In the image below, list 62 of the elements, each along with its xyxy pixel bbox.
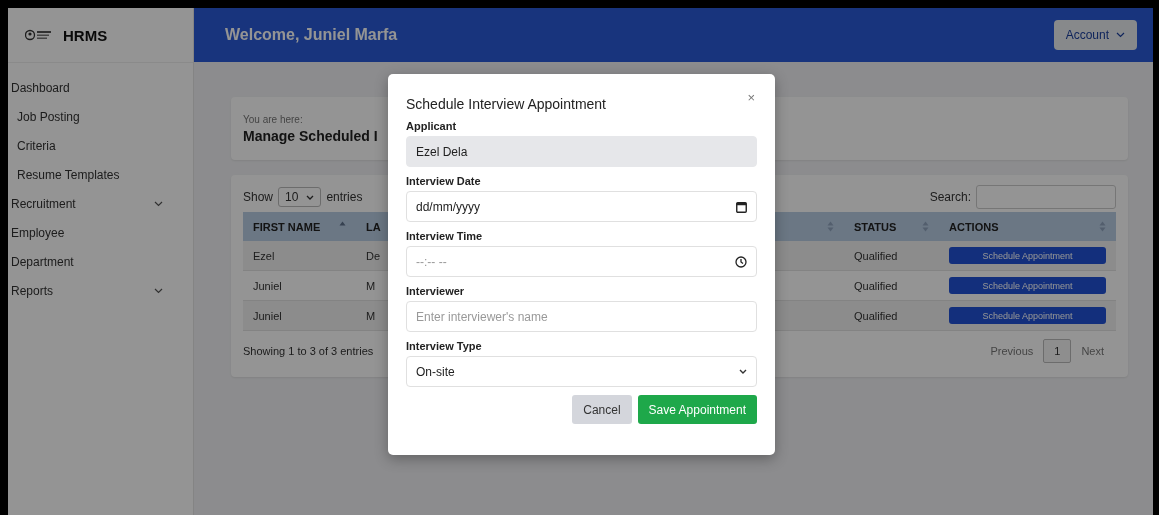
table-info: Showing 1 to 3 of 3 entries (243, 345, 374, 357)
page-button[interactable]: 1 (1043, 339, 1072, 363)
table-cell: Qualified (854, 279, 898, 292)
chevron-icon (739, 369, 747, 374)
welcome-title: Welcome, Juniel Marfa (225, 26, 398, 44)
sidebar-item[interactable]: Job Posting (8, 102, 193, 131)
sidebar-item[interactable]: Resume Templates (8, 160, 193, 189)
sidebar-item[interactable]: Department (8, 247, 193, 276)
table-cell: Qualified (854, 309, 898, 322)
sort-icon[interactable] (922, 221, 929, 232)
date-field[interactable]: dd/mm/yyyy (406, 191, 757, 222)
account-button[interactable]: Account (1053, 20, 1137, 50)
sidebar-item[interactable]: Reports (8, 276, 193, 305)
column-header[interactable]: STATUS (854, 220, 897, 233)
sidebar-item[interactable]: Criteria (8, 131, 193, 160)
search-field[interactable] (976, 185, 1116, 209)
chevron-icon (1116, 32, 1125, 38)
table-cell: Ezel (253, 249, 275, 262)
sidebar-item[interactable]: Employee (8, 218, 193, 247)
logo-icon (25, 28, 53, 42)
column-header[interactable]: LA (366, 220, 381, 233)
schedule-button[interactable]: Schedule Appointment (949, 307, 1106, 324)
field-label: Interview Type (406, 340, 483, 352)
schedule-button[interactable]: Schedule Appointment (949, 277, 1106, 294)
cancel-button[interactable]: Cancel (572, 395, 632, 424)
table-cell: Juniel (253, 279, 282, 292)
table-cell: M (366, 279, 376, 292)
time-field[interactable]: --:-- -- (406, 246, 757, 277)
chevron-icon (154, 287, 163, 294)
next-link[interactable]: Next (1081, 345, 1104, 357)
entries-select[interactable]: 10 (278, 187, 322, 207)
interviewer-field[interactable]: Enter interviewer's name (406, 301, 757, 332)
field-label: Interview Date (406, 175, 482, 187)
close-button[interactable]: × (745, 90, 757, 105)
previous-link[interactable]: Previous (990, 345, 1034, 357)
field-label: Applicant (406, 120, 458, 132)
column-header[interactable]: FIRST NAME (253, 220, 321, 233)
sidebar-item[interactable]: Recruitment (8, 189, 193, 218)
schedule-button[interactable]: Schedule Appointment (949, 247, 1106, 264)
applicant-field: Ezel Dela (406, 136, 757, 167)
show-label: Show (243, 190, 274, 204)
modal-title: Schedule Interview Appointment (406, 96, 606, 112)
sort-icon[interactable] (1099, 221, 1106, 232)
field-label: Interview Time (406, 230, 484, 242)
sidebar-item[interactable]: Dashboard (8, 73, 193, 102)
entries-label: entries (326, 190, 363, 204)
sort-icon[interactable] (827, 221, 834, 232)
chevron-icon (154, 200, 163, 207)
type-select[interactable]: On-site (406, 356, 757, 387)
table-cell: Qualified (854, 249, 898, 262)
breadcrumb-hint: You are here: (243, 113, 304, 125)
search-label: Search: (929, 190, 971, 204)
table-cell: De (366, 249, 381, 262)
field-label: Interviewer (406, 285, 466, 297)
calendar-icon (736, 200, 747, 213)
table-cell: M (366, 309, 376, 322)
clock-icon (735, 255, 747, 268)
column-header[interactable]: ACTIONS (949, 220, 999, 233)
table-cell: Juniel (253, 309, 282, 322)
chevron-icon (306, 194, 315, 200)
brand-name: HRMS (63, 26, 108, 44)
save-button[interactable]: Save Appointment (637, 395, 757, 424)
